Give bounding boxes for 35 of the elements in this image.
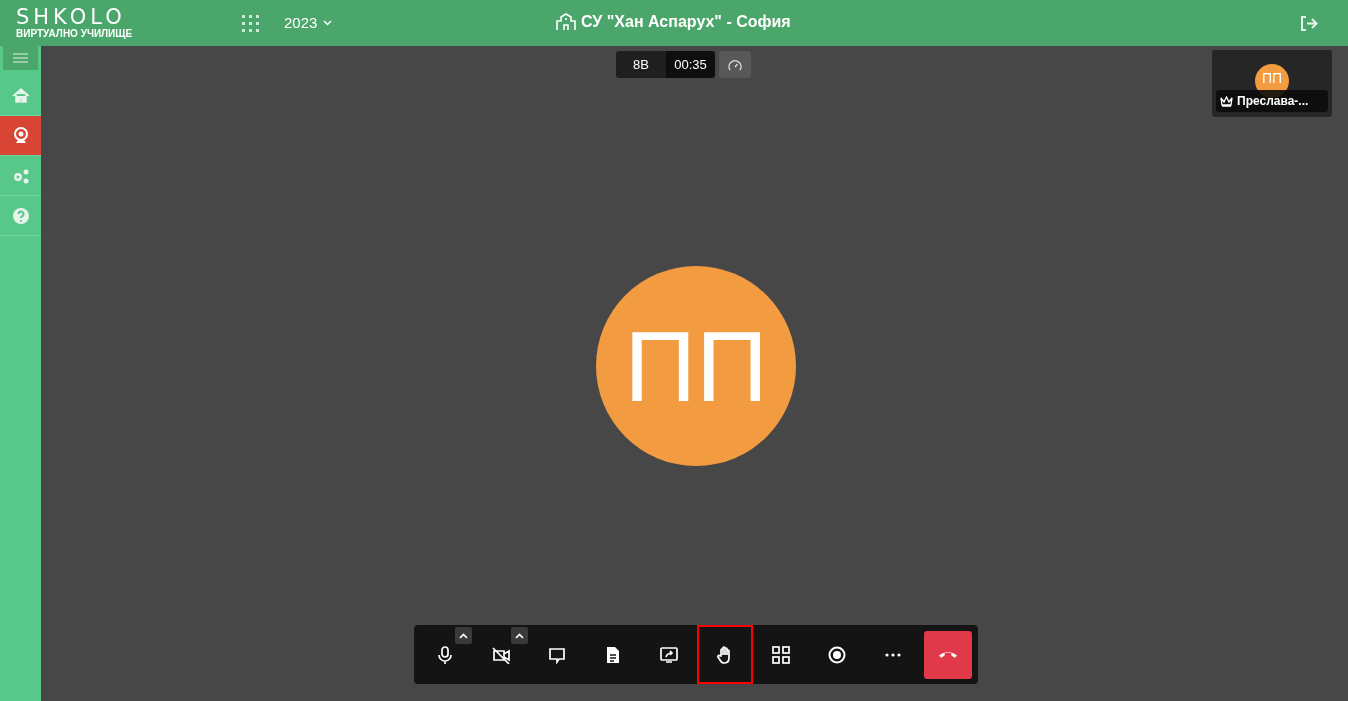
year-dropdown[interactable]: 2023 [284,11,333,35]
microphone-icon [436,645,454,664]
chevron-up-icon [515,632,524,639]
chevron-down-icon [323,20,333,26]
webcam-icon [11,126,30,145]
call-timer: 00:35 [666,51,715,78]
chat-icon [548,645,566,664]
phone-hangup-icon [939,651,957,658]
menu-icon [13,53,28,63]
school-building-icon [556,13,576,31]
options-toggle[interactable] [455,627,472,644]
house-icon [11,86,30,105]
chevron-up-icon [459,632,468,639]
gauge-icon [728,58,742,71]
document-icon [604,645,622,664]
record-icon [828,645,846,664]
grid-icon [772,645,790,664]
camera-off-icon [492,645,510,664]
screen-share-icon [660,645,678,664]
room-name: 8В [616,51,666,78]
help-icon [11,206,30,225]
participant-avatar: ПП [596,266,796,466]
logo-subtitle: ВИРТУАЛНО УЧИЛИЩЕ [16,28,134,40]
sidebar-item[interactable] [0,116,41,156]
participant-tile[interactable]: ПП Преслава-... [1212,50,1332,117]
menu-toggle[interactable] [3,46,38,70]
hangup-button[interactable] [924,630,972,679]
crown-icon [1220,95,1233,107]
hand-button[interactable] [697,625,753,684]
speed-button[interactable] [719,51,751,78]
logo[interactable]: SHKOLO [16,6,200,28]
school-name: СУ "Хан Аспарух" - София [581,12,791,32]
logout-icon[interactable] [1300,16,1318,31]
more-icon [885,652,901,657]
options-toggle[interactable] [511,627,528,644]
